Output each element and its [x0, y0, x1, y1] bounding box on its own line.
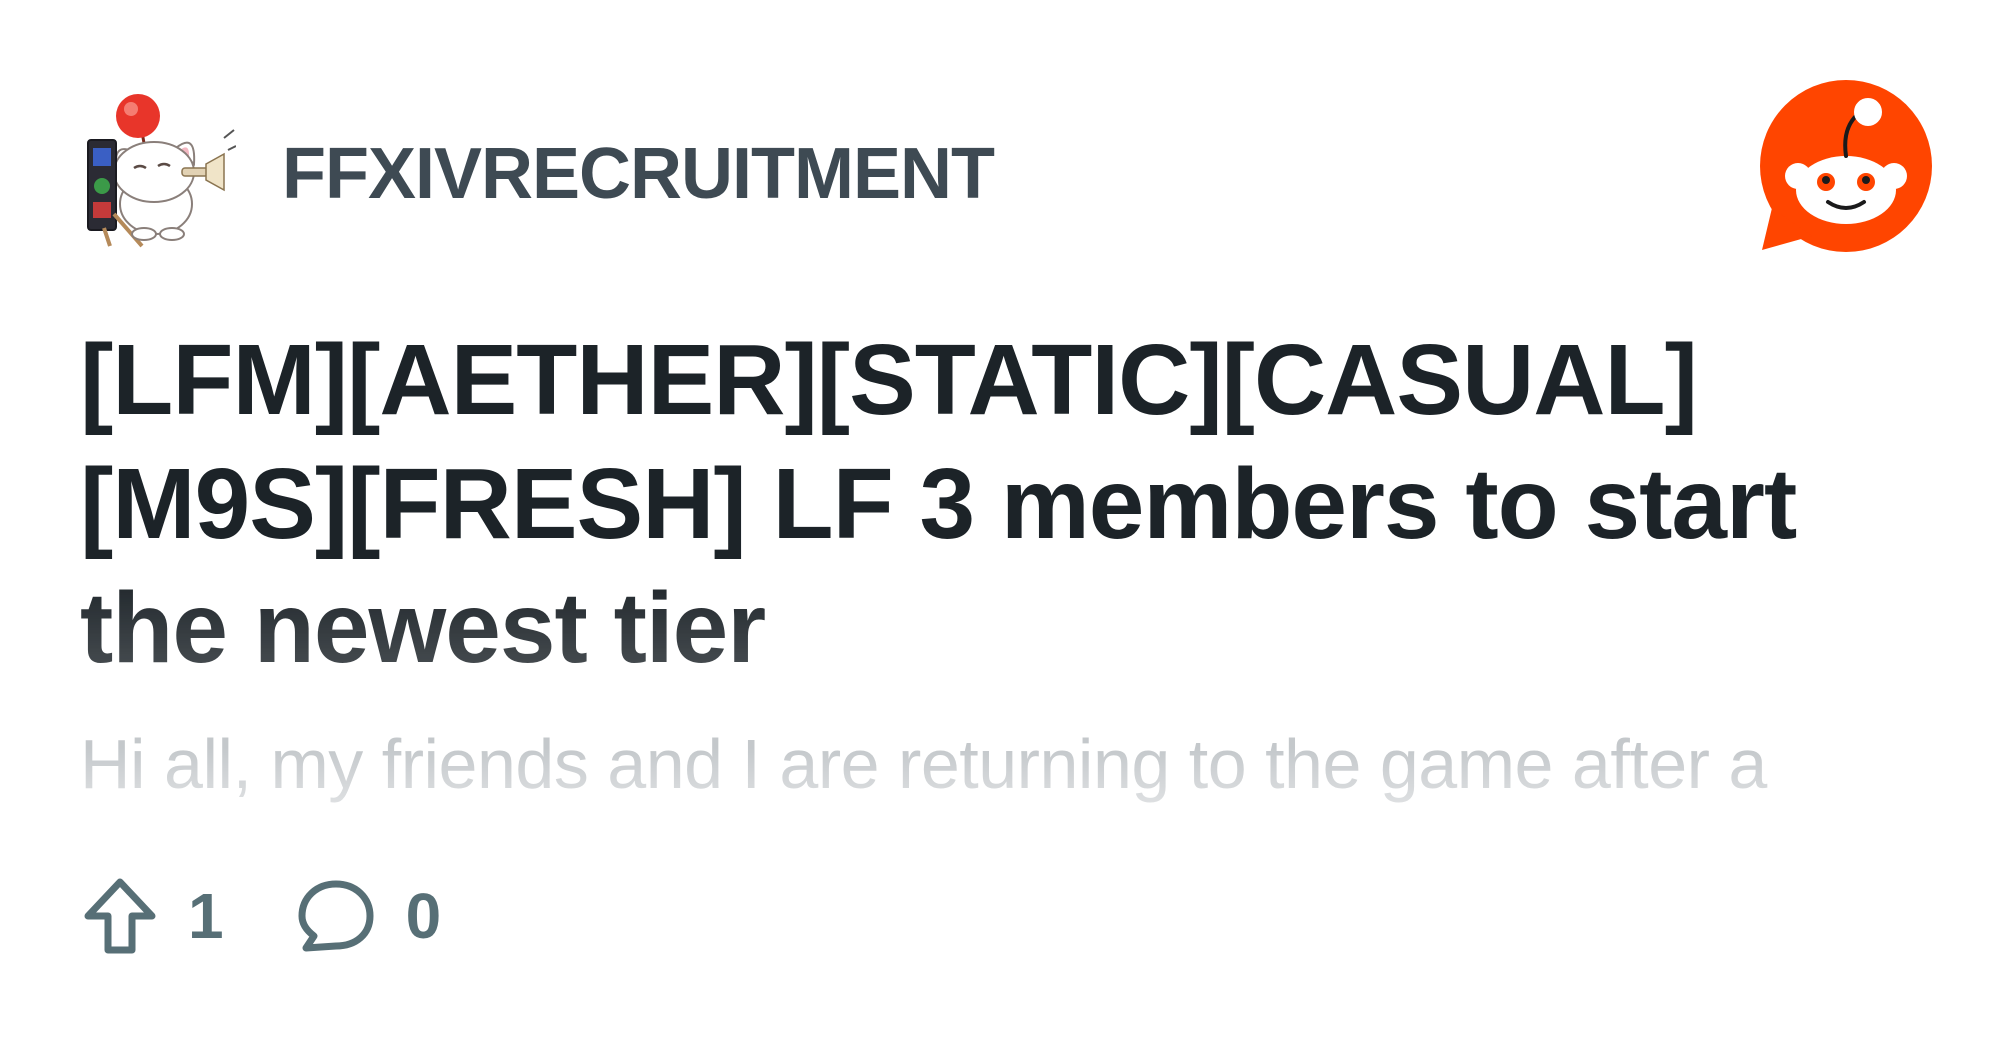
- post-stats: 1 0: [80, 868, 441, 964]
- post-card[interactable]: FFXIVRECRUITMENT [LFM][AETHER][STATIC][C…: [0, 0, 2000, 1042]
- upvote-stat[interactable]: 1: [80, 868, 224, 964]
- comment-count: 0: [405, 880, 442, 952]
- upvote-arrow-icon[interactable]: [80, 876, 160, 956]
- upvote-count: 1: [188, 880, 224, 952]
- post-preview: Hi all, my friends and I are returning t…: [80, 725, 1767, 803]
- comment-bubble-icon[interactable]: [294, 876, 378, 956]
- reddit-logo-icon: [1754, 78, 1934, 254]
- comment-stat[interactable]: 0: [294, 868, 442, 964]
- subreddit-name[interactable]: FFXIVRECRUITMENT: [282, 132, 995, 216]
- post-title[interactable]: [LFM][AETHER][STATIC][CASUAL][M9S][FRESH…: [80, 318, 1920, 690]
- moogle-icon[interactable]: [84, 88, 237, 248]
